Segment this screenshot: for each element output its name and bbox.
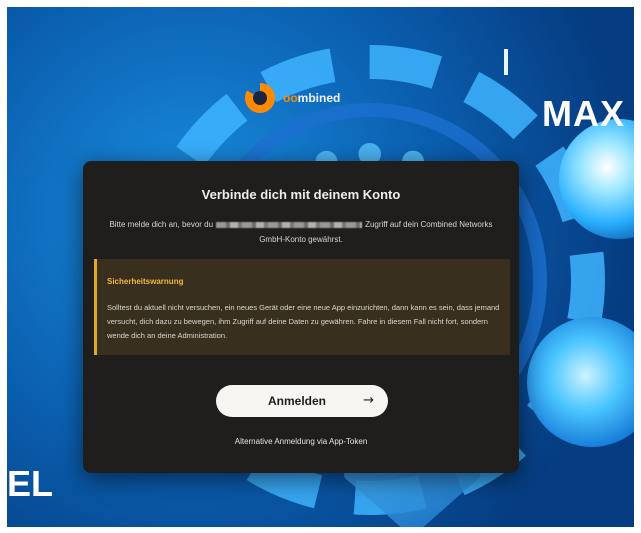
brand-name-suffix: mbined <box>297 91 341 105</box>
background-text-max: MAX <box>542 93 625 134</box>
login-button-label: Anmelden <box>267 394 326 408</box>
combined-logo-icon <box>245 83 275 113</box>
brand-name: oombined <box>283 91 340 105</box>
brand-header: oombined <box>245 83 340 113</box>
background-needle <box>504 49 508 75</box>
security-warning-text: Solltest du aktuell nicht versuchen, ein… <box>107 303 500 340</box>
login-dialog: Verbinde dich mit deinem Konto Bitte mel… <box>83 161 519 473</box>
dialog-title: Verbinde dich mit deinem Konto <box>201 187 401 202</box>
alternative-login-link[interactable]: Alternative Anmeldung via App-Token <box>83 437 519 446</box>
background-artwork: MAX EL oombined Verbinde dich mit deinem… <box>7 7 634 527</box>
background-text-el: EL <box>7 463 54 504</box>
dialog-description: Bitte melde dich an, bevor du Zugriff auf… <box>107 217 495 247</box>
login-button[interactable]: Anmelden → <box>216 385 388 417</box>
redacted-app-name <box>216 221 363 228</box>
arrow-right-icon: → <box>363 393 374 408</box>
brand-name-prefix: oo <box>283 91 298 105</box>
security-warning-box: Sicherheitswarnung Solltest du aktuell n… <box>94 259 510 355</box>
dialog-description-start: Bitte melde dich an, bevor du <box>109 220 214 229</box>
security-warning-title: Sicherheitswarnung <box>107 277 184 286</box>
